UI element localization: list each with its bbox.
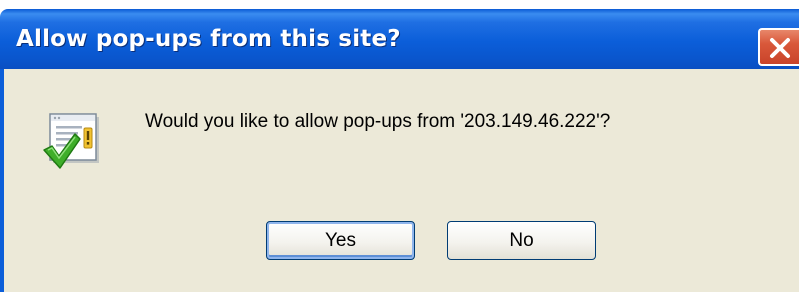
yes-button[interactable]: Yes — [266, 221, 415, 260]
title-bar[interactable]: Allow pop-ups from this site? — [0, 9, 799, 69]
dialog-message: Would you like to allow pop-ups from '20… — [145, 111, 611, 132]
close-button[interactable] — [758, 28, 799, 66]
no-button[interactable]: No — [447, 221, 596, 260]
close-icon — [770, 38, 790, 58]
popup-dialog-window: Allow pop-ups from this site? Would you … — [0, 0, 799, 292]
window-title: Allow pop-ups from this site? — [16, 26, 401, 52]
popup-allow-check-icon — [43, 113, 99, 169]
